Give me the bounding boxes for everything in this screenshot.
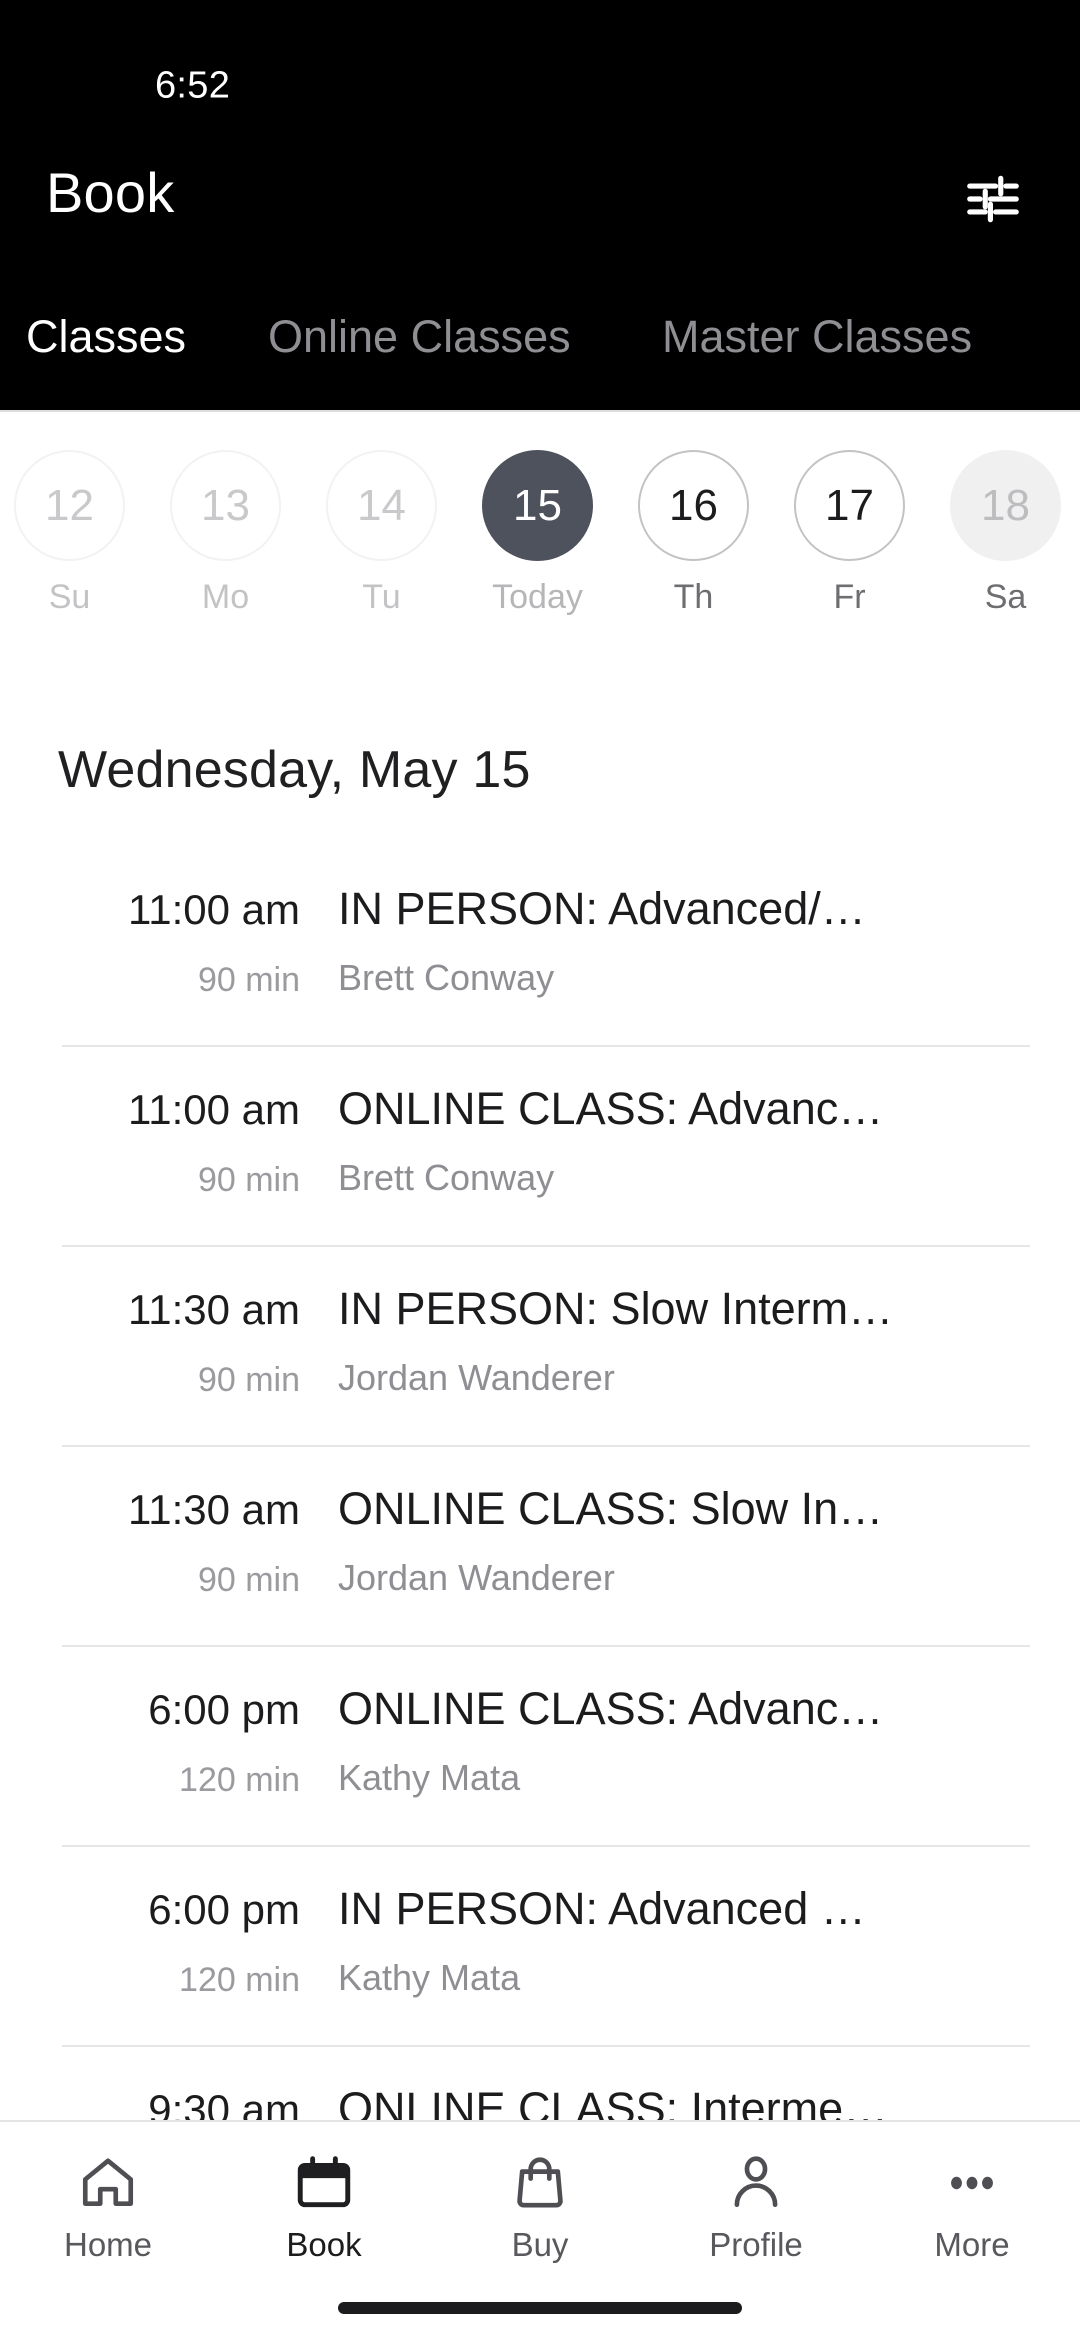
class-list-item[interactable]: 11:00 am 90 min IN PERSON: Advanced/… Br… [0,845,1080,1045]
date-cell-17[interactable]: 17 Fr [772,450,927,614]
tab-bar: Classes Online Classes Master Classes [0,310,1080,396]
nav-label-buy: Buy [511,2226,569,2263]
person-icon [725,2148,787,2218]
list-divider [62,1845,1030,1847]
class-instructor: Brett Conway [338,1157,555,1198]
nav-label-profile: Profile [709,2226,803,2263]
class-list-item[interactable]: 6:00 pm 120 min ONLINE CLASS: Advanc… Ka… [0,1645,1080,1845]
class-time: 11:00 am [128,1086,300,1133]
class-time: 9:30 am [148,2086,300,2121]
bottom-navigation: Home Book Buy Profile More [0,2120,1080,2340]
page-title: Book [46,161,175,224]
day-heading: Wednesday, May 15 [58,741,531,799]
class-duration: 90 min [197,1361,300,1399]
date-cell-15-selected[interactable]: 15 Today [460,450,615,614]
class-instructor: Jordan Wanderer [338,1557,615,1598]
class-title: IN PERSON: Slow Interm… [338,1283,894,1334]
ellipsis-icon [941,2148,1003,2218]
nav-label-home: Home [63,2226,153,2263]
shopping-bag-icon [509,2148,571,2218]
date-number-12: 12 [14,450,125,561]
class-time: 11:30 am [128,1286,300,1333]
class-list[interactable]: 11:00 am 90 min IN PERSON: Advanced/… Br… [0,845,1080,2120]
date-weekday-16: Th [673,578,714,616]
nav-item-home[interactable]: Home [0,2122,216,2282]
tab-online-classes[interactable]: Online Classes [268,312,571,362]
date-cell-18[interactable]: 18 Sa [928,450,1080,614]
class-duration: 90 min [197,961,300,999]
class-instructor: Kathy Mata [338,1757,521,1798]
class-instructor: Kathy Mata [338,1957,521,1998]
nav-item-more[interactable]: More [864,2122,1080,2282]
class-duration: 120 min [179,1761,300,1799]
class-time: 11:00 am [128,886,300,933]
calendar-icon [293,2148,355,2218]
list-divider [62,1245,1030,1247]
nav-item-buy[interactable]: Buy [432,2122,648,2282]
list-divider [62,1645,1030,1647]
nav-label-book: Book [286,2226,362,2263]
class-time: 11:30 am [128,1486,300,1533]
class-list-item[interactable]: 9:30 am ONLINE CLASS: Interme… [0,2045,1080,2120]
date-number-18: 18 [950,450,1061,561]
date-number-17: 17 [794,450,905,561]
date-number-14: 14 [326,450,437,561]
class-time: 6:00 pm [148,1886,300,1933]
class-list-item[interactable]: 6:00 pm 120 min IN PERSON: Advanced … Ka… [0,1845,1080,2045]
class-instructor: Brett Conway [338,957,555,998]
date-weekday-15: Today [492,578,583,616]
home-indicator [338,2302,742,2314]
tab-classes[interactable]: Classes [26,312,186,362]
title-bar: Book [0,160,1080,270]
nav-label-more: More [934,2226,1010,2263]
class-time: 6:00 pm [148,1686,300,1733]
tab-master-classes[interactable]: Master Classes [662,312,972,362]
date-cell-12[interactable]: 12 Su [0,450,147,614]
class-title: ONLINE CLASS: Advanc… [338,1683,884,1734]
list-divider [62,1445,1030,1447]
class-duration: 90 min [197,1561,300,1599]
date-weekday-14: Tu [362,578,401,616]
date-number-13: 13 [170,450,281,561]
app-screen: 6:52 Book Classes Online Classes Master … [0,0,1080,2340]
list-divider [62,2045,1030,2047]
nav-item-profile[interactable]: Profile [648,2122,864,2282]
class-title: IN PERSON: Advanced … [338,1883,866,1934]
class-duration: 90 min [197,1161,300,1199]
date-weekday-18: Sa [984,578,1027,616]
date-cell-13[interactable]: 13 Mo [148,450,303,614]
date-weekday-12: Su [48,578,91,616]
status-bar: 6:52 [0,46,1080,107]
class-instructor: Jordan Wanderer [338,1357,615,1398]
class-title: ONLINE CLASS: Interme… [338,2083,889,2120]
list-divider [62,1045,1030,1047]
tune-sliders-icon [962,168,1024,230]
class-list-item[interactable]: 11:30 am 90 min ONLINE CLASS: Slow In… J… [0,1445,1080,1645]
date-cell-16[interactable]: 16 Th [616,450,771,614]
class-list-item[interactable]: 11:00 am 90 min ONLINE CLASS: Advanc… Br… [0,1045,1080,1245]
class-title: ONLINE CLASS: Advanc… [338,1083,884,1134]
class-list-item[interactable]: 11:30 am 90 min IN PERSON: Slow Interm… … [0,1245,1080,1445]
date-cell-14[interactable]: 14 Tu [304,450,459,614]
class-title: ONLINE CLASS: Slow In… [338,1483,884,1534]
status-bar-time: 6:52 [155,64,231,107]
home-icon [77,2148,139,2218]
class-duration: 120 min [179,1961,300,1999]
date-number-16: 16 [638,450,749,561]
nav-item-book[interactable]: Book [216,2122,432,2282]
date-strip: 12 Su 13 Mo 14 Tu 15 Today 16 Th 17 Fr 1… [0,412,1080,677]
class-title: IN PERSON: Advanced/… [338,883,866,934]
date-weekday-13: Mo [201,578,250,616]
filter-button[interactable] [950,156,1036,242]
date-number-15: 15 [482,450,593,561]
date-weekday-17: Fr [833,578,866,616]
app-header: 6:52 Book Classes Online Classes Master … [0,0,1080,412]
